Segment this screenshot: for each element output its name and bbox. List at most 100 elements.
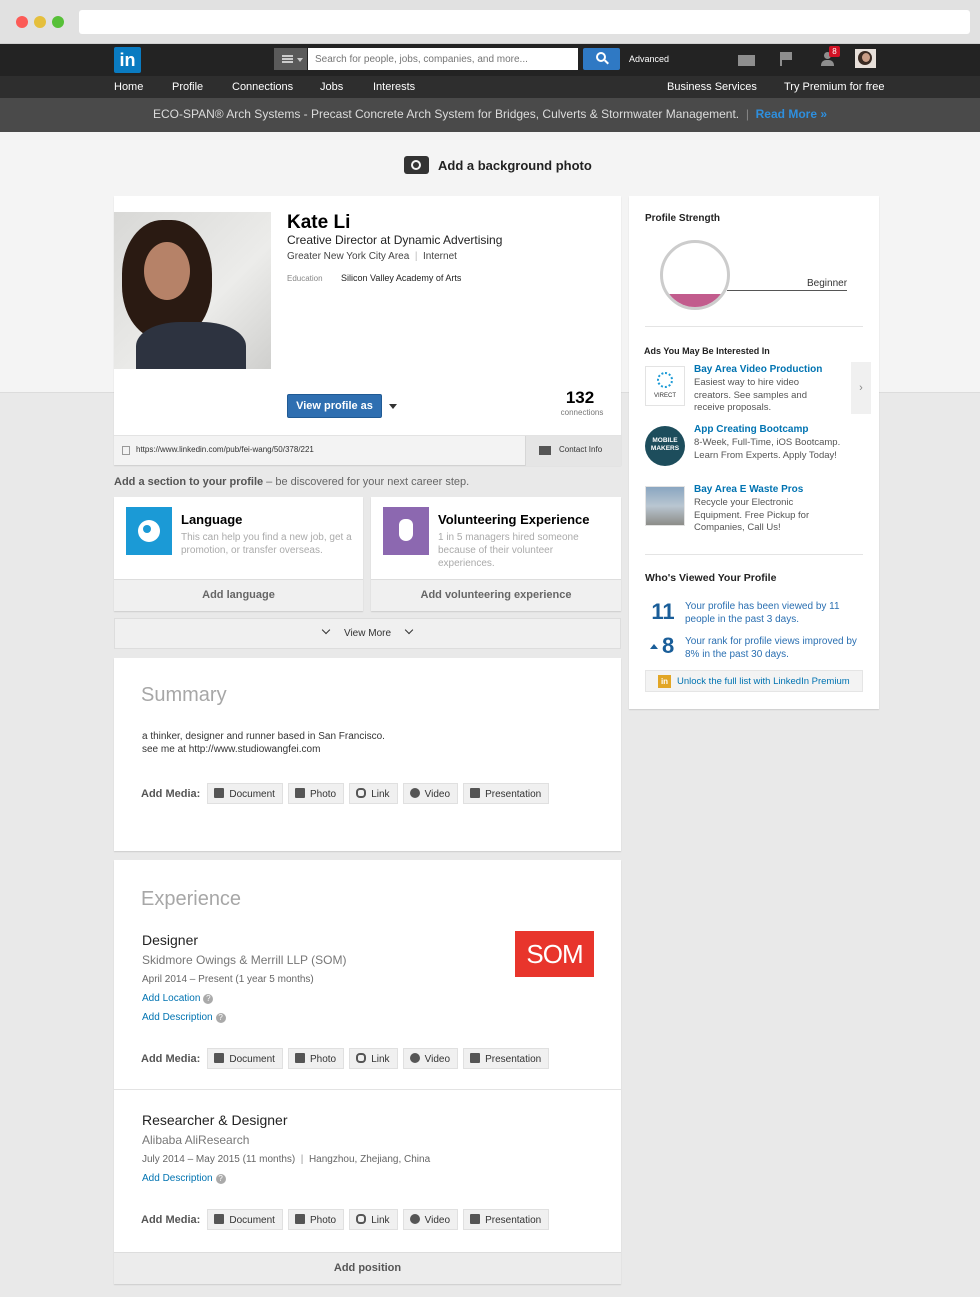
hand-icon	[383, 507, 429, 555]
divider	[114, 1089, 621, 1090]
add-link-button[interactable]: Link	[349, 783, 398, 804]
connections-count[interactable]: 132	[554, 388, 606, 408]
user-avatar[interactable]	[855, 49, 876, 68]
summary-line-2[interactable]: see me at http://www.studiowangfei.com	[142, 744, 320, 755]
address-bar[interactable]	[79, 10, 970, 34]
add-background-photo-button[interactable]: Add a background photo	[404, 154, 594, 176]
add-description-link[interactable]: Add Description?	[142, 1012, 226, 1023]
chevron-down-icon[interactable]	[389, 404, 397, 409]
help-icon[interactable]: ?	[215, 1174, 226, 1184]
search-input[interactable]	[308, 48, 578, 70]
ad-logo-mobile-makers[interactable]: MOBILE MAKERS	[645, 426, 685, 466]
ads-title: Ads You May Be Interested In	[644, 346, 770, 356]
position-company[interactable]: Alibaba AliResearch	[142, 1133, 249, 1147]
ad-desc[interactable]: Recycle your Electronic Equipment. Free …	[694, 497, 829, 535]
flag-icon[interactable]	[780, 52, 793, 66]
unlock-premium-button[interactable]: in Unlock the full list with LinkedIn Pr…	[645, 670, 863, 692]
add-presentation-button[interactable]: Presentation	[463, 783, 550, 804]
play-icon	[409, 788, 420, 798]
messages-icon[interactable]	[738, 55, 755, 66]
add-presentation-button[interactable]: Presentation	[463, 1048, 550, 1069]
ad-title[interactable]: App Creating Bootcamp	[694, 424, 808, 435]
who-viewed-title: Who's Viewed Your Profile	[645, 572, 777, 584]
add-video-button[interactable]: Video	[402, 783, 459, 804]
ad-logo-ewaste[interactable]	[645, 486, 685, 526]
link-icon	[356, 1214, 367, 1224]
add-photo-button[interactable]: Photo	[287, 1048, 345, 1069]
nav-business-services[interactable]: Business Services	[667, 81, 757, 93]
add-link-button[interactable]: Link	[349, 1048, 398, 1069]
add-document-button[interactable]: Document	[207, 783, 283, 804]
ad-desc[interactable]: 8-Week, Full-Time, iOS Bootcamp. Learn F…	[694, 437, 844, 462]
add-media-label: Add Media:	[141, 1213, 201, 1226]
position-company[interactable]: Skidmore Owings & Merrill LLP (SOM)	[142, 953, 347, 967]
strength-divider	[727, 290, 847, 291]
company-logo-som[interactable]: SOM	[515, 931, 594, 977]
chevron-down-icon	[321, 625, 331, 635]
view-profile-as-button[interactable]: View profile as	[287, 394, 382, 418]
maximize-window-button[interactable]	[52, 16, 64, 28]
nav-profile[interactable]: Profile	[172, 81, 203, 93]
profile-strength-title: Profile Strength	[645, 213, 721, 224]
add-link-button[interactable]: Link	[349, 1209, 398, 1230]
nav-interests[interactable]: Interests	[373, 81, 415, 93]
add-video-button[interactable]: Video	[402, 1048, 459, 1069]
nav-try-premium[interactable]: Try Premium for free	[784, 81, 884, 93]
divider	[645, 554, 863, 555]
add-language-button[interactable]: Add language	[114, 579, 363, 611]
add-video-button[interactable]: Video	[402, 1209, 459, 1230]
view-more-button[interactable]: View More	[114, 618, 621, 649]
search-filter-dropdown[interactable]	[274, 48, 307, 70]
ad-logo-virect[interactable]: VIRECT	[645, 366, 685, 406]
add-document-button[interactable]: Document	[207, 1209, 283, 1230]
profile-views-text[interactable]: Your profile has been viewed by 11 peopl…	[685, 600, 855, 626]
search-button[interactable]	[583, 48, 620, 70]
rank-text[interactable]: Your rank for profile views improved by …	[685, 635, 867, 661]
profile-location[interactable]: Greater New York City Area	[287, 251, 409, 262]
linkedin-logo[interactable]: in	[114, 47, 141, 73]
ad-banner-read-more[interactable]: Read More »	[756, 107, 827, 121]
add-photo-button[interactable]: Photo	[287, 783, 345, 804]
nav-connections[interactable]: Connections	[232, 81, 293, 93]
profile-views-count[interactable]: 11	[649, 599, 677, 625]
help-icon[interactable]: ?	[215, 1013, 226, 1023]
nav-home[interactable]: Home	[114, 81, 143, 93]
add-location-link[interactable]: Add Location?	[142, 993, 214, 1004]
ad-desc[interactable]: Easiest way to hire video creators. See …	[694, 377, 834, 415]
contact-info-button[interactable]: Contact Info	[525, 436, 621, 466]
add-document-button[interactable]: Document	[207, 1048, 283, 1069]
minimize-window-button[interactable]	[34, 16, 46, 28]
nav-jobs[interactable]: Jobs	[320, 81, 343, 93]
advanced-search-link[interactable]: Advanced	[629, 54, 669, 64]
add-position-button[interactable]: Add position	[114, 1252, 621, 1284]
presentation-icon	[470, 1053, 481, 1063]
volunteer-suggestion-card: Volunteering Experience 1 in 5 managers …	[371, 497, 621, 611]
education-value[interactable]: Silicon Valley Academy of Arts	[341, 273, 461, 283]
camera-icon	[294, 1053, 305, 1063]
position-title[interactable]: Researcher & Designer	[142, 1112, 288, 1128]
ad-title[interactable]: Bay Area Video Production	[694, 364, 822, 375]
document-icon	[122, 446, 130, 455]
close-window-button[interactable]	[16, 16, 28, 28]
help-icon[interactable]: ?	[203, 994, 214, 1004]
public-profile-url[interactable]: https://www.linkedin.com/pub/fei-wang/50…	[136, 445, 314, 454]
add-description-link[interactable]: Add Description?	[142, 1173, 226, 1184]
position-title[interactable]: Designer	[142, 932, 198, 948]
ad-title[interactable]: Bay Area E Waste Pros	[694, 484, 803, 495]
profile-industry[interactable]: Internet	[423, 251, 457, 262]
education-label: Education	[287, 274, 323, 283]
contact-info-label: Contact Info	[559, 445, 603, 454]
ad-banner-text[interactable]: ECO-SPAN® Arch Systems - Precast Concret…	[153, 107, 739, 121]
rank-count[interactable]: 8	[662, 633, 674, 659]
link-icon	[356, 1053, 367, 1063]
profile-strength-meter[interactable]	[660, 240, 730, 310]
add-presentation-button[interactable]: Presentation	[463, 1209, 550, 1230]
ads-next-arrow[interactable]: ›	[851, 362, 871, 414]
add-photo-button[interactable]: Photo	[287, 1209, 345, 1230]
globe-icon	[126, 507, 172, 555]
list-icon-mid	[282, 58, 293, 60]
notification-badge: 8	[829, 46, 840, 57]
add-media-label: Add Media:	[141, 787, 201, 800]
add-volunteering-button[interactable]: Add volunteering experience	[371, 579, 621, 611]
profile-photo[interactable]	[114, 212, 271, 369]
